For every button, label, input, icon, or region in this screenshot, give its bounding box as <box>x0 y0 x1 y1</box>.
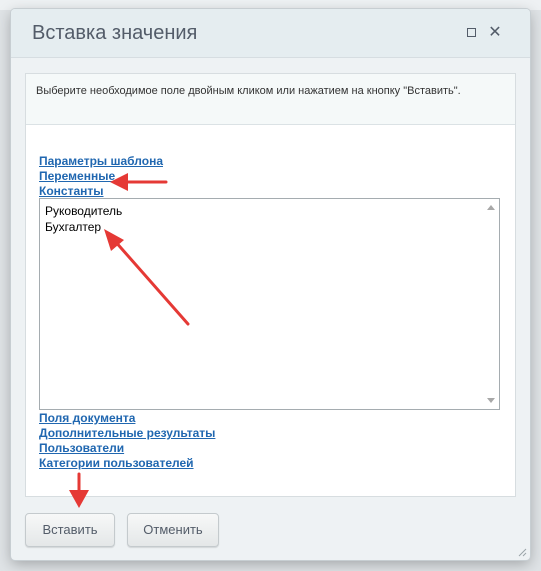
hint-text: Выберите необходимое поле двойным кликом… <box>36 85 461 97</box>
constants-listbox[interactable]: Руководитель Бухгалтер <box>39 198 500 410</box>
section-link-document-fields[interactable]: Поля документа <box>39 411 135 425</box>
insert-button[interactable]: Вставить <box>25 513 115 547</box>
dialog-title: Вставка значения <box>32 22 198 44</box>
section-link-users[interactable]: Пользователи <box>39 441 124 455</box>
section-link-variables[interactable]: Переменные <box>39 169 115 183</box>
list-item[interactable]: Руководитель <box>45 204 122 218</box>
listbox-scrollbar[interactable] <box>484 199 499 409</box>
list-item[interactable]: Бухгалтер <box>45 220 101 234</box>
scroll-down-icon[interactable] <box>487 398 495 403</box>
insert-value-dialog: Вставка значения ✕ Выберите необходимое … <box>11 9 530 560</box>
section-link-template-params[interactable]: Параметры шаблона <box>39 154 163 168</box>
resize-grip-icon[interactable] <box>517 547 527 557</box>
dialog-header: Вставка значения ✕ <box>11 9 530 58</box>
hint-panel: Выберите необходимое поле двойным кликом… <box>26 74 515 125</box>
cancel-button[interactable]: Отменить <box>127 513 219 547</box>
section-link-constants[interactable]: Константы <box>39 184 104 198</box>
section-link-user-categories[interactable]: Категории пользователей <box>39 456 194 470</box>
scroll-up-icon[interactable] <box>487 205 495 210</box>
section-link-additional-results[interactable]: Дополнительные результаты <box>39 426 215 440</box>
dialog-content: Выберите необходимое поле двойным кликом… <box>25 73 516 497</box>
maximize-icon[interactable] <box>461 23 481 43</box>
close-icon[interactable]: ✕ <box>485 23 505 43</box>
